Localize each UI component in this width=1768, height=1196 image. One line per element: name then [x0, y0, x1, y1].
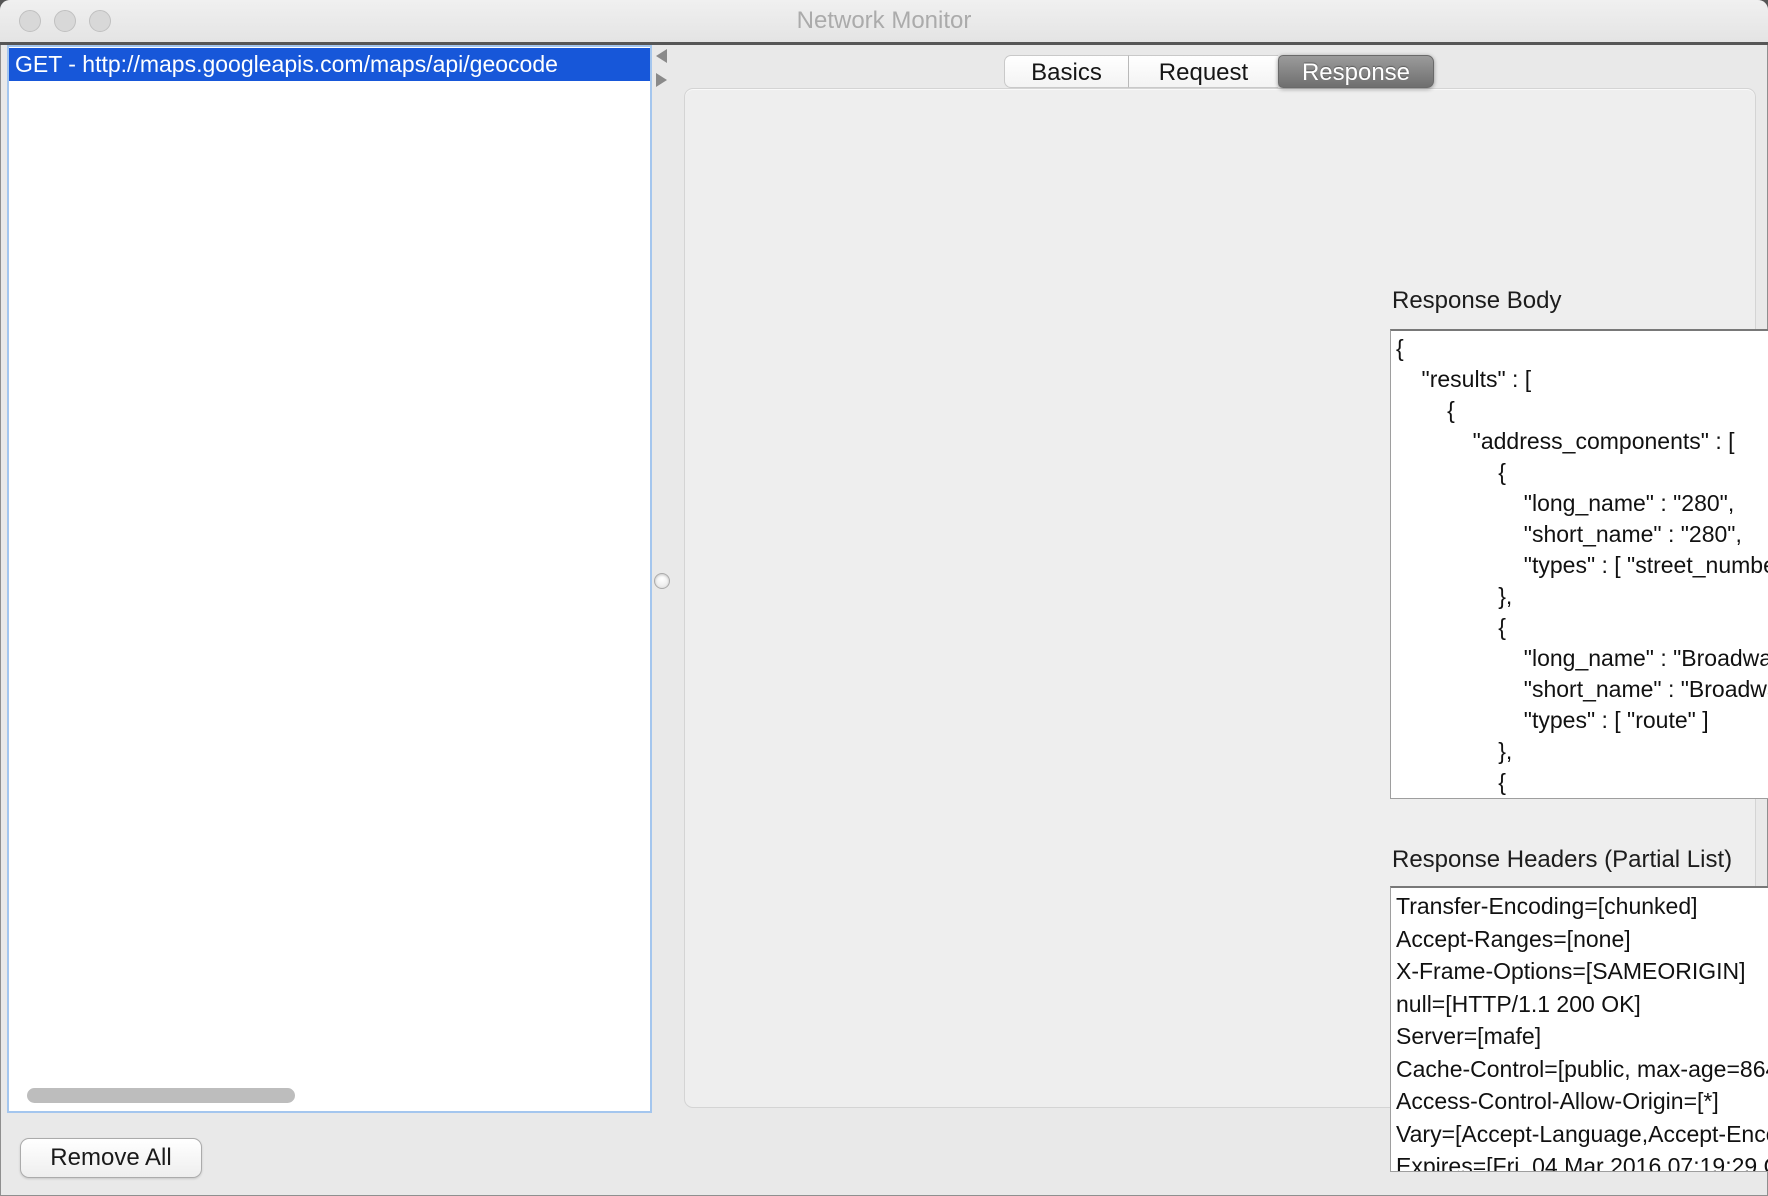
response-body-label: Response Body	[1392, 287, 1561, 315]
request-list-item-selected[interactable]: GET - http://maps.googleapis.com/maps/ap…	[9, 48, 650, 81]
response-body-text: { "results" : [ { "address_components" :…	[1391, 331, 1768, 798]
window-title: Network Monitor	[0, 0, 1768, 42]
response-headers-label: Response Headers (Partial List)	[1392, 846, 1732, 874]
tab-request[interactable]: Request	[1128, 55, 1278, 88]
title-bar: Network Monitor	[0, 0, 1768, 42]
remove-all-button[interactable]: Remove All	[20, 1138, 202, 1178]
tab-content-pane: Response Body { "results" : [ { "address…	[684, 88, 1756, 1108]
response-headers-text: Transfer-Encoding=[chunked] Accept-Range…	[1391, 888, 1768, 1172]
tab-bar: Basics Request Response	[1004, 55, 1434, 88]
horizontal-scrollbar-thumb[interactable]	[27, 1088, 295, 1103]
tab-basics[interactable]: Basics	[1004, 55, 1128, 88]
request-list[interactable]: GET - http://maps.googleapis.com/maps/ap…	[7, 45, 652, 1113]
response-body-textarea[interactable]: { "results" : [ { "address_components" :…	[1390, 329, 1768, 799]
split-collapse-right-arrow-icon[interactable]	[656, 73, 667, 87]
response-headers-textarea[interactable]: Transfer-Encoding=[chunked] Accept-Range…	[1390, 886, 1768, 1172]
split-collapse-left-arrow-icon[interactable]	[656, 49, 667, 63]
tab-response[interactable]: Response	[1278, 55, 1434, 88]
network-monitor-window: Network Monitor GET - http://maps.google…	[0, 0, 1768, 1196]
split-divider-handle[interactable]	[654, 573, 670, 589]
